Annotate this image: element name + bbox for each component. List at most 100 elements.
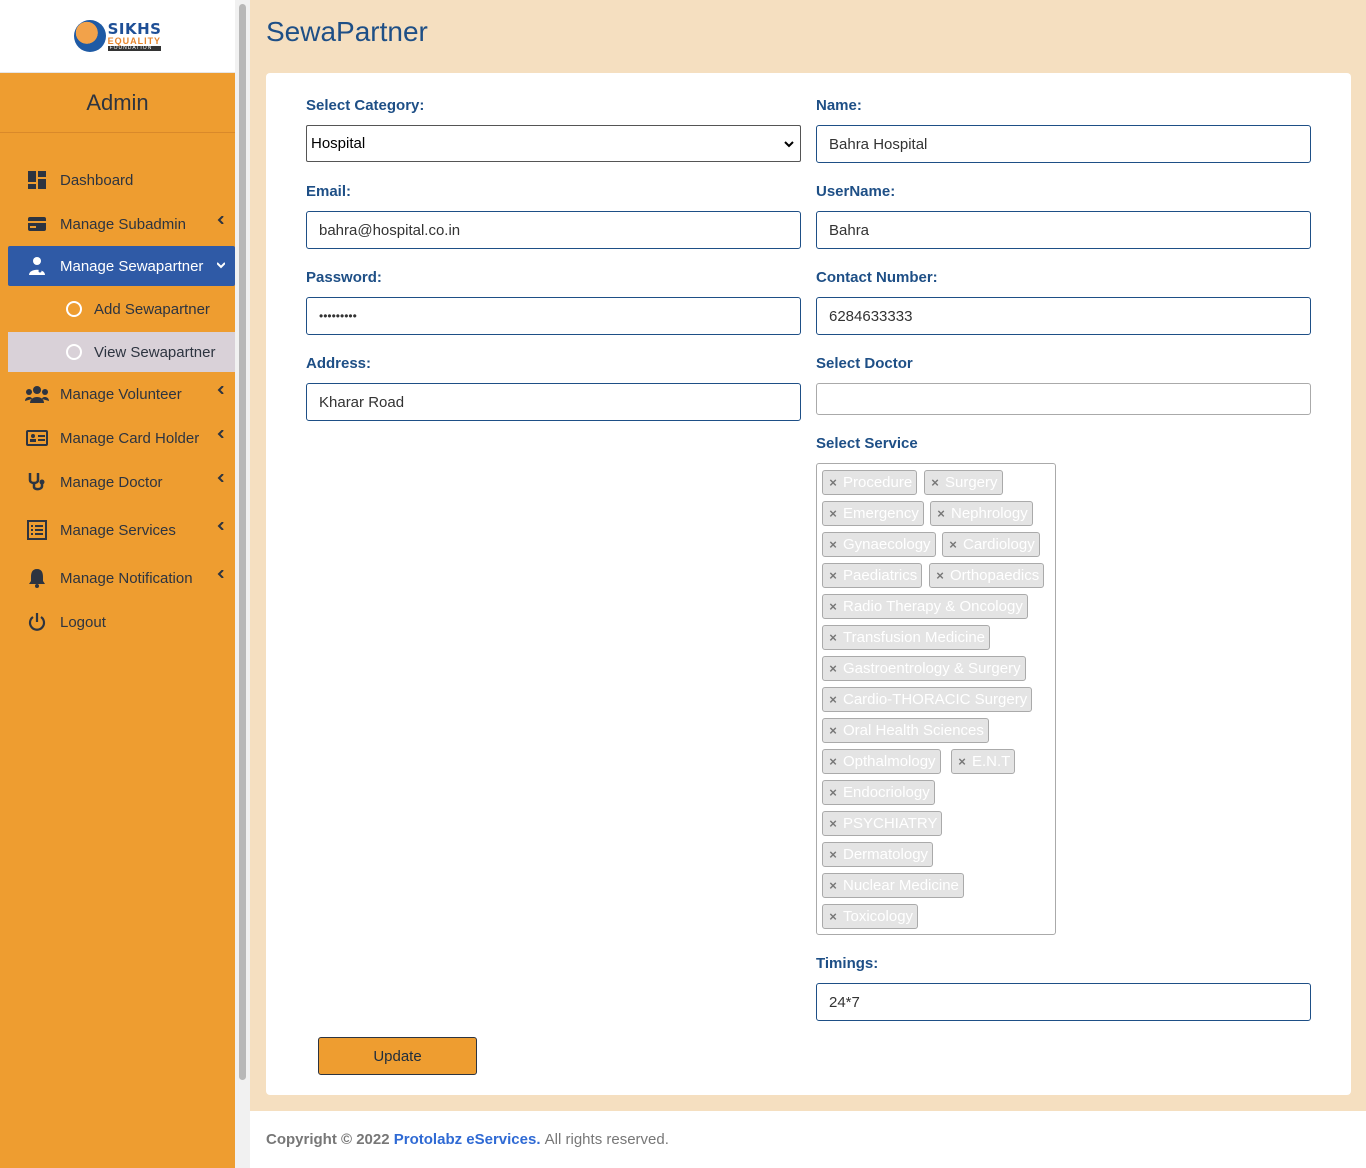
service-tag: × Opthalmology — [822, 749, 941, 774]
user-panel: Admin — [0, 73, 235, 133]
contact-label: Contact Number: — [816, 269, 938, 286]
chevron-left-icon — [217, 474, 224, 482]
sidebar-subitem-label: Add Sewapartner — [94, 300, 210, 318]
logo[interactable]: SIKHS EQUALITY FOUNDATION — [73, 19, 162, 52]
remove-icon[interactable]: × — [823, 692, 843, 707]
remove-icon[interactable]: × — [952, 754, 972, 769]
remove-icon[interactable]: × — [823, 475, 843, 490]
list-icon — [24, 519, 50, 541]
service-tag: × Dermatology — [822, 842, 934, 867]
id-card-icon — [24, 427, 50, 449]
sidebar-nav: Dashboard Manage Subadmin Manage Sewapar… — [0, 133, 235, 644]
sidebar-item-label: Manage Volunteer — [60, 385, 182, 403]
bell-icon — [24, 567, 50, 589]
doctor-select[interactable] — [816, 383, 1311, 415]
sidebar-scrollbar[interactable] — [235, 0, 250, 1168]
remove-icon[interactable]: × — [823, 754, 843, 769]
sidebar-subitem-add-sewapartner[interactable]: Add Sewapartner — [8, 289, 235, 329]
user-doctor-icon — [24, 255, 50, 277]
remove-icon[interactable]: × — [823, 847, 843, 862]
stethoscope-icon — [24, 471, 50, 493]
remove-icon[interactable]: × — [823, 785, 843, 800]
service-tag: × Paediatrics — [822, 563, 923, 588]
remove-icon[interactable]: × — [823, 599, 843, 614]
service-multiselect[interactable]: × Procedure × Surgery × Emergency × Nephrolo… — [816, 463, 1056, 935]
chevron-left-icon — [217, 570, 224, 578]
power-icon — [24, 611, 50, 633]
logo-line1: SIKHS — [107, 19, 162, 38]
remove-icon[interactable]: × — [823, 537, 843, 552]
chevron-down-icon — [784, 141, 794, 148]
update-button[interactable]: Update — [318, 1037, 477, 1075]
footer-rights: All rights reserved. — [544, 1131, 669, 1148]
username-field[interactable]: Bahra — [816, 211, 1311, 249]
sidebar-item-label: Manage Sewapartner — [60, 257, 204, 275]
remove-icon[interactable]: × — [823, 661, 843, 676]
remove-icon[interactable]: × — [925, 475, 945, 490]
service-tag: × Gynaecology — [822, 532, 936, 557]
remove-icon[interactable]: × — [931, 506, 951, 521]
address-field[interactable]: Kharar Road — [306, 383, 801, 421]
sidebar-item-subadmin[interactable]: Manage Subadmin — [0, 202, 235, 246]
card-icon — [24, 213, 50, 235]
logo-line3: FOUNDATION — [107, 45, 162, 51]
chevron-down-icon — [217, 262, 225, 269]
service-tag: × Gastroentrology & Surgery — [822, 656, 1026, 681]
password-label: Password: — [306, 269, 382, 286]
chevron-left-icon — [217, 430, 224, 438]
footer-brand-link[interactable]: Protolabz eServices. — [394, 1131, 541, 1148]
name-field[interactable]: Bahra Hospital — [816, 125, 1311, 163]
remove-icon[interactable]: × — [823, 630, 843, 645]
sidebar-item-notification[interactable]: Manage Notification — [0, 556, 235, 600]
sidebar-item-logout[interactable]: Logout — [0, 600, 235, 644]
chevron-left-icon — [217, 386, 224, 394]
remove-icon[interactable]: × — [823, 723, 843, 738]
sidebar-item-doctor[interactable]: Manage Doctor — [0, 460, 235, 504]
service-tag: × Transfusion Medicine — [822, 625, 991, 650]
footer: Copyright © 2022 Protolabz eServices. Al… — [250, 1111, 1366, 1168]
contact-field[interactable]: 6284633333 — [816, 297, 1311, 335]
sidebar-subitem-view-sewapartner[interactable]: View Sewapartner — [8, 332, 235, 372]
sidebar-item-services[interactable]: Manage Services — [0, 504, 235, 556]
sidebar-item-label: Logout — [60, 613, 106, 631]
footer-copyright: Copyright © 2022 — [266, 1131, 390, 1148]
remove-icon[interactable]: × — [823, 816, 843, 831]
email-field[interactable]: bahra@hospital.co.in — [306, 211, 801, 249]
sidebar-item-volunteer[interactable]: Manage Volunteer — [0, 372, 235, 416]
service-tag: × Orthopaedics — [929, 563, 1045, 588]
users-icon — [24, 383, 50, 405]
remove-icon[interactable]: × — [943, 537, 963, 552]
remove-icon[interactable]: × — [823, 568, 843, 583]
sidebar-item-label: Manage Card Holder — [60, 429, 200, 447]
sidebar-item-label: Dashboard — [60, 171, 134, 189]
service-tag: × Endocriology — [822, 780, 935, 805]
sidebar-item-label: Manage Services — [60, 521, 176, 539]
sidebar-item-dashboard[interactable]: Dashboard — [0, 158, 235, 202]
category-label: Select Category: — [306, 97, 425, 114]
address-label: Address: — [306, 355, 372, 372]
sidebar-item-label: Manage Subadmin — [60, 215, 186, 233]
dashboard-icon — [24, 169, 50, 191]
remove-icon[interactable]: × — [823, 909, 843, 924]
sidebar-item-label: Manage Doctor — [60, 473, 163, 491]
username-label: UserName: — [816, 183, 896, 200]
service-tag: × Emergency — [822, 501, 924, 526]
timings-field[interactable]: 24*7 — [816, 983, 1311, 1021]
logo-emblem-icon — [73, 20, 106, 52]
remove-icon[interactable]: × — [823, 506, 843, 521]
email-label: Email: — [306, 183, 352, 200]
sidebar: SIKHS EQUALITY FOUNDATION Admin Dashboar… — [0, 0, 235, 1168]
name-label: Name: — [816, 97, 862, 114]
password-field[interactable]: ••••••••• — [306, 297, 801, 335]
category-select[interactable]: Hospital — [306, 125, 801, 162]
service-tag: × Radio Therapy & Oncology — [822, 594, 1028, 619]
service-tag: × Procedure — [822, 470, 918, 495]
remove-icon[interactable]: × — [930, 568, 950, 583]
sidebar-item-sewapartner[interactable]: Manage Sewapartner — [8, 246, 235, 286]
remove-icon[interactable]: × — [823, 878, 843, 893]
sidebar-item-label: Manage Notification — [60, 569, 193, 587]
doctor-label: Select Doctor — [816, 355, 913, 372]
sidebar-item-card-holder[interactable]: Manage Card Holder — [0, 416, 235, 460]
circle-icon — [66, 301, 82, 317]
scrollbar-thumb[interactable] — [239, 4, 246, 1080]
